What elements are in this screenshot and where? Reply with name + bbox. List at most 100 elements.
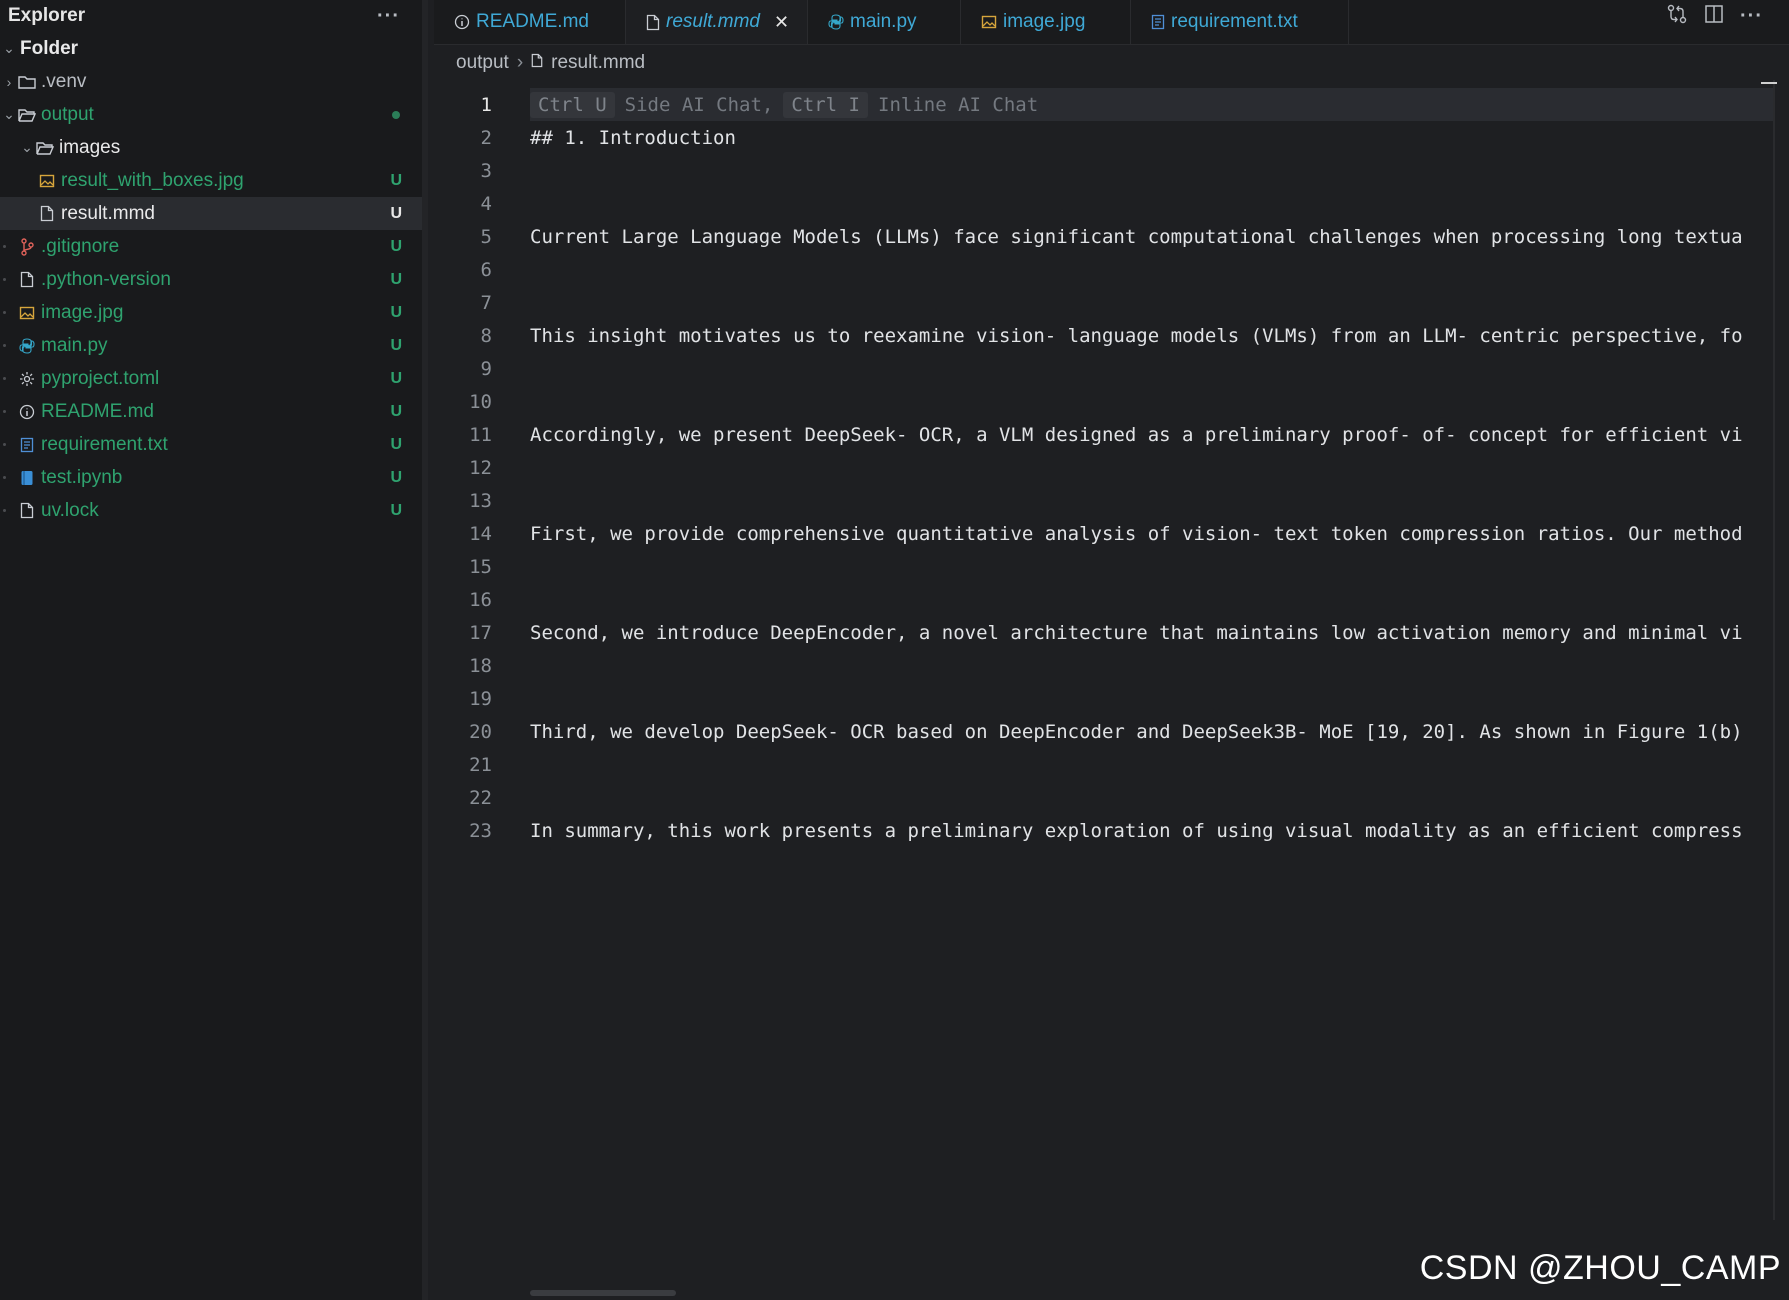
breadcrumb-file[interactable]: result.mmd xyxy=(551,52,645,74)
code-line[interactable]: 6 xyxy=(434,253,1774,286)
line-number: 17 xyxy=(469,621,492,644)
code-line[interactable]: 22 xyxy=(434,781,1774,814)
line-number: 5 xyxy=(480,225,492,248)
code-line[interactable]: 1 Ctrl U Side AI Chat, Ctrl I Inline AI … xyxy=(434,88,1774,121)
line-number: 8 xyxy=(480,324,492,347)
code-line[interactable]: 5 Current Large Language Models (LLMs) fa… xyxy=(434,220,1774,253)
indent-dot xyxy=(3,509,6,512)
editor-actions: ··· xyxy=(1666,0,1763,32)
line-number: 15 xyxy=(469,555,492,578)
tab-readme[interactable]: README.md xyxy=(434,0,626,44)
tree-item-images[interactable]: ⌄ images xyxy=(0,131,422,164)
tree-item-main-py[interactable]: main.py U xyxy=(0,329,422,362)
modified-dot xyxy=(392,110,400,119)
notebook-icon xyxy=(16,467,38,489)
tree-root-folder[interactable]: ⌄ Folder xyxy=(0,32,422,65)
untracked-badge: U xyxy=(390,336,402,354)
untracked-badge: U xyxy=(390,369,402,387)
breadcrumb: output › result.mmd xyxy=(456,48,645,78)
code-line[interactable]: 4 xyxy=(434,187,1774,220)
tree-item-venv[interactable]: › .venv xyxy=(0,65,422,98)
image-file-icon xyxy=(16,302,38,324)
tree-item-image-jpg[interactable]: image.jpg U xyxy=(0,296,422,329)
split-editor-icon[interactable] xyxy=(1704,4,1724,29)
tree-item-readme[interactable]: README.md U xyxy=(0,395,422,428)
code-line[interactable]: 19 xyxy=(434,682,1774,715)
line-text: Current Large Language Models (LLMs) fac… xyxy=(530,225,1743,248)
code-line[interactable]: 17 Second, we introduce DeepEncoder, a no… xyxy=(434,616,1774,649)
scroll-position-marker xyxy=(1761,82,1777,84)
line-number: 9 xyxy=(480,357,492,380)
code-line[interactable]: 8 This insight motivates us to reexamine … xyxy=(434,319,1774,352)
code-line[interactable]: 14 First, we provide comprehensive quanti… xyxy=(434,517,1774,550)
tab-result-mmd[interactable]: result.mmd ✕ xyxy=(626,0,808,44)
tree-item-uv-lock[interactable]: uv.lock U xyxy=(0,494,422,527)
tab-label: requirement.txt xyxy=(1171,11,1298,32)
hint-label: Inline AI Chat xyxy=(878,93,1039,116)
file-icon xyxy=(16,500,38,522)
compare-changes-icon[interactable] xyxy=(1666,3,1688,30)
chevron-down-icon: ⌄ xyxy=(3,40,15,56)
code-line[interactable]: 2 ## 1. Introduction xyxy=(434,121,1774,154)
tree-item-result-mmd[interactable]: result.mmd U xyxy=(0,197,422,230)
untracked-badge: U xyxy=(390,204,402,222)
untracked-badge: U xyxy=(390,270,402,288)
indent-dot xyxy=(3,278,6,281)
shortcut-key: Ctrl U xyxy=(530,91,615,118)
file-icon xyxy=(16,269,38,291)
tab-main-py[interactable]: main.py xyxy=(808,0,961,44)
code-line[interactable]: 15 xyxy=(434,550,1774,583)
code-line[interactable]: 11 Accordingly, we present DeepSeek- OCR,… xyxy=(434,418,1774,451)
file-tree: ⌄ Folder › .venv ⌄ output ⌄ images resul… xyxy=(0,32,422,527)
code-line[interactable]: 9 xyxy=(434,352,1774,385)
code-line[interactable]: 23 In summary, this work presents a preli… xyxy=(434,814,1774,847)
tree-item-requirement[interactable]: requirement.txt U xyxy=(0,428,422,461)
code-line[interactable]: 12 xyxy=(434,451,1774,484)
untracked-badge: U xyxy=(390,402,402,420)
more-icon[interactable]: ··· xyxy=(377,5,400,28)
tab-requirement[interactable]: requirement.txt xyxy=(1131,0,1349,44)
tree-item-output[interactable]: ⌄ output xyxy=(0,98,422,131)
tree-item-test-ipynb[interactable]: test.ipynb U xyxy=(0,461,422,494)
tab-image-jpg[interactable]: image.jpg xyxy=(961,0,1131,44)
vertical-scrollbar[interactable] xyxy=(1773,80,1775,1220)
line-number: 10 xyxy=(469,390,492,413)
code-editor[interactable]: 1 Ctrl U Side AI Chat, Ctrl I Inline AI … xyxy=(434,88,1774,847)
indent-dot xyxy=(3,377,6,380)
tab-label: image.jpg xyxy=(1003,11,1086,32)
python-icon xyxy=(16,335,38,357)
more-actions-icon[interactable]: ··· xyxy=(1740,5,1763,28)
tree-item-gitignore[interactable]: .gitignore U xyxy=(0,230,422,263)
code-line[interactable]: 7 xyxy=(434,286,1774,319)
chevron-down-icon: ⌄ xyxy=(3,106,15,122)
close-icon[interactable]: ✕ xyxy=(774,12,789,33)
tree-item-label: result_with_boxes.jpg xyxy=(61,169,244,191)
chevron-down-icon: ⌄ xyxy=(21,139,33,155)
tree-item-label: main.py xyxy=(41,334,108,356)
tree-item-python-version[interactable]: .python-version U xyxy=(0,263,422,296)
line-text: Accordingly, we present DeepSeek- OCR, a… xyxy=(530,423,1743,446)
line-number: 13 xyxy=(469,489,492,512)
folder-icon xyxy=(16,71,38,93)
tree-item-label: .venv xyxy=(41,70,87,92)
code-line[interactable]: 21 xyxy=(434,748,1774,781)
indent-dot xyxy=(3,344,6,347)
code-line[interactable]: 3 xyxy=(434,154,1774,187)
breadcrumb-folder[interactable]: output xyxy=(456,52,509,74)
tree-item-label: image.jpg xyxy=(41,301,124,323)
horizontal-scrollbar[interactable] xyxy=(530,1290,676,1296)
tree-item-result-with-boxes[interactable]: result_with_boxes.jpg U xyxy=(0,164,422,197)
line-number: 20 xyxy=(469,720,492,743)
code-line[interactable]: 13 xyxy=(434,484,1774,517)
tree-item-pyproject[interactable]: pyproject.toml U xyxy=(0,362,422,395)
code-line[interactable]: 20 Third, we develop DeepSeek- OCR based … xyxy=(434,715,1774,748)
tree-item-label: test.ipynb xyxy=(41,466,123,488)
code-line[interactable]: 10 xyxy=(434,385,1774,418)
indent-dot xyxy=(3,476,6,479)
line-number: 4 xyxy=(480,192,492,215)
indent-dot xyxy=(3,443,6,446)
code-line[interactable]: 18 xyxy=(434,649,1774,682)
tree-item-label: output xyxy=(41,103,94,125)
line-number: 21 xyxy=(469,753,492,776)
code-line[interactable]: 16 xyxy=(434,583,1774,616)
